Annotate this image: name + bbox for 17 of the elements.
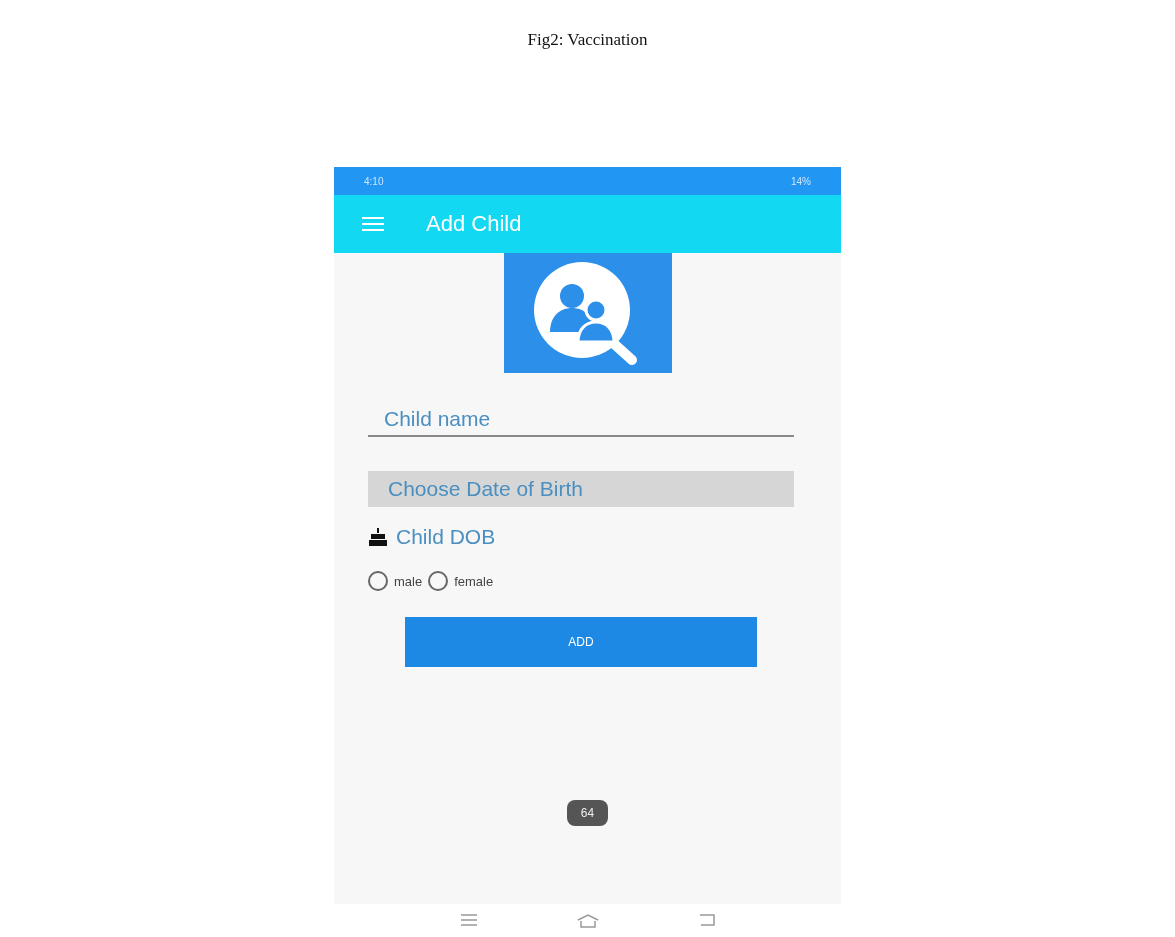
choose-date-button[interactable]: Choose Date of Birth [368,471,794,507]
radio-label: female [454,573,494,589]
battery-level: 14% [791,175,811,187]
figure-caption: Fig2: Vaccination [527,30,648,50]
menu-icon[interactable] [460,914,477,926]
radio-button[interactable] [428,571,449,591]
add-button[interactable]: ADD [405,617,757,667]
radio-label: male [394,573,423,589]
status-time: 4:10 [364,175,384,187]
cake-icon [368,527,388,547]
child-dob-label: Child DOB [396,525,496,549]
child-name-field[interactable]: Child name [368,403,794,437]
toast-message: 64 [566,800,609,826]
radio-button[interactable] [368,571,388,591]
screen-title: Add Child [426,211,522,237]
back-icon[interactable] [698,914,715,926]
home-icon[interactable] [576,914,599,928]
